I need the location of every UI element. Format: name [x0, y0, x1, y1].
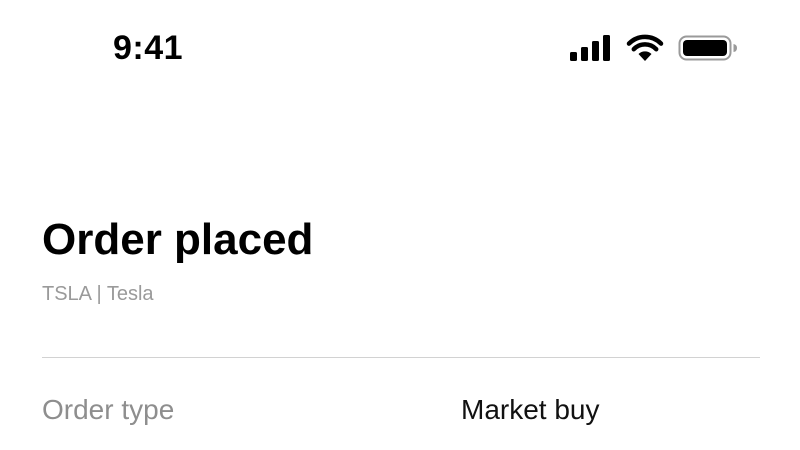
- detail-value: Market buy: [461, 394, 600, 425]
- status-bar: 9:41: [0, 0, 800, 96]
- status-time: 9:41: [113, 29, 184, 67]
- page-title: Order placed: [42, 215, 314, 264]
- detail-label: Order type: [42, 394, 175, 425]
- wifi-icon: [626, 34, 664, 61]
- cellular-signal-icon: [570, 35, 610, 61]
- status-icons: [570, 34, 738, 62]
- detail-row-order-type: Order type Market buy: [42, 392, 760, 428]
- divider: [42, 357, 760, 358]
- order-subtitle: TSLA | Tesla: [42, 283, 154, 305]
- battery-icon: [678, 35, 737, 61]
